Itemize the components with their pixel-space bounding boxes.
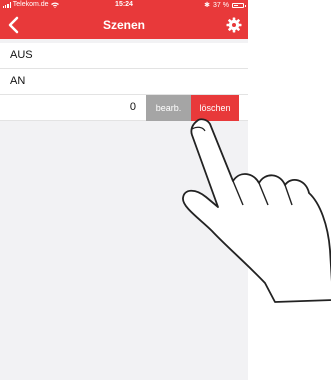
scene-count: 0 xyxy=(129,101,136,113)
list-item[interactable]: AUS xyxy=(0,43,248,69)
scene-label: AN xyxy=(10,75,26,87)
gear-icon[interactable] xyxy=(226,17,242,33)
bluetooth-icon: ✱ xyxy=(204,2,211,9)
page-title: Szenen xyxy=(102,18,145,32)
battery-icon xyxy=(232,2,246,8)
status-right: ✱ 37 % xyxy=(204,1,246,9)
navigation-bar: Szenen xyxy=(0,11,248,39)
delete-button[interactable]: löschen xyxy=(191,95,239,121)
list-item-swiped[interactable]: 0 bearb. löschen xyxy=(0,95,248,121)
phone-screen: Telekom.de 15:24 ✱ 37 % Szenen AUS AN 0 … xyxy=(0,0,248,380)
scene-label: AUS xyxy=(10,49,33,61)
status-bar: Telekom.de 15:24 ✱ 37 % xyxy=(0,0,248,11)
edit-button[interactable]: bearb. xyxy=(146,95,191,121)
list-item[interactable]: AN xyxy=(0,69,248,95)
battery-label: 37 % xyxy=(213,1,229,9)
scene-list: AUS AN 0 bearb. löschen xyxy=(0,43,248,121)
